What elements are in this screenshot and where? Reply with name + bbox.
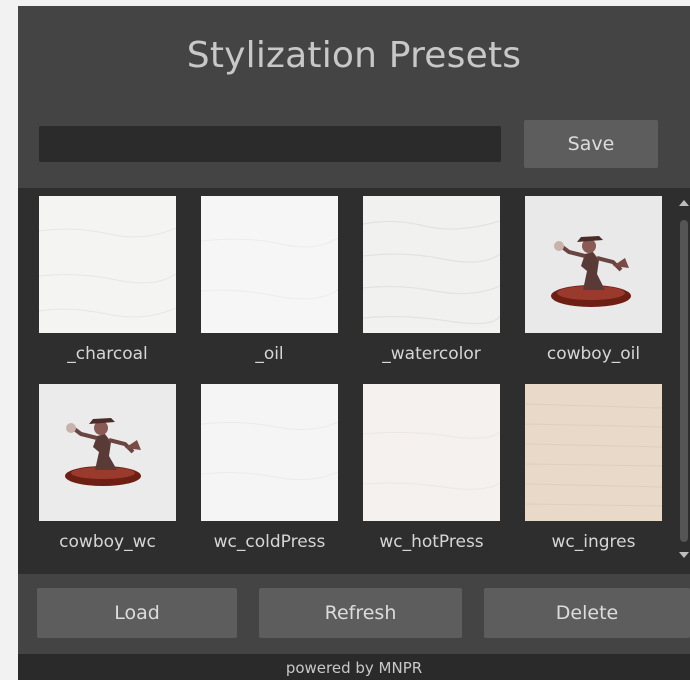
preset-label: wc_hotPress xyxy=(379,532,484,552)
paper-texture-icon xyxy=(363,196,500,333)
footer-credit: powered by MNPR xyxy=(18,654,690,680)
paper-texture-icon xyxy=(201,196,338,333)
preset-gallery: _charcoal _oil _watercolor cowboy_oil co… xyxy=(18,188,690,574)
preset-label: cowboy_oil xyxy=(546,344,641,364)
paper-texture-icon xyxy=(363,384,500,521)
cowboy-figure-icon xyxy=(39,384,176,521)
vertical-scrollbar[interactable] xyxy=(678,196,690,564)
preset-name-field[interactable] xyxy=(39,126,501,162)
preset-label: wc_ingres xyxy=(551,532,636,552)
preset-label: wc_coldPress xyxy=(213,532,326,552)
stylization-presets-window: Stylization Presets Save _charcoal _oil xyxy=(18,6,690,680)
paper-texture-icon xyxy=(39,196,176,333)
scroll-up-arrow-icon[interactable] xyxy=(679,200,689,206)
preset-label: cowboy_wc xyxy=(59,532,156,552)
panel-title: Stylization Presets xyxy=(186,35,522,76)
preset-label: _charcoal xyxy=(67,344,148,364)
scrollbar-thumb[interactable] xyxy=(680,220,688,542)
save-button[interactable]: Save xyxy=(524,120,658,168)
refresh-button[interactable]: Refresh xyxy=(259,588,462,638)
scroll-down-arrow-icon[interactable] xyxy=(679,552,689,558)
preset-label: _oil xyxy=(255,344,284,364)
load-button[interactable]: Load xyxy=(37,588,237,638)
preset-label: _watercolor xyxy=(382,344,481,364)
paper-texture-icon xyxy=(201,384,338,521)
paper-texture-icon xyxy=(525,384,662,521)
preset-grid: _charcoal _oil _watercolor cowboy_oil co… xyxy=(18,188,678,574)
cowboy-figure-icon xyxy=(525,196,662,333)
delete-button[interactable]: Delete xyxy=(484,588,690,638)
